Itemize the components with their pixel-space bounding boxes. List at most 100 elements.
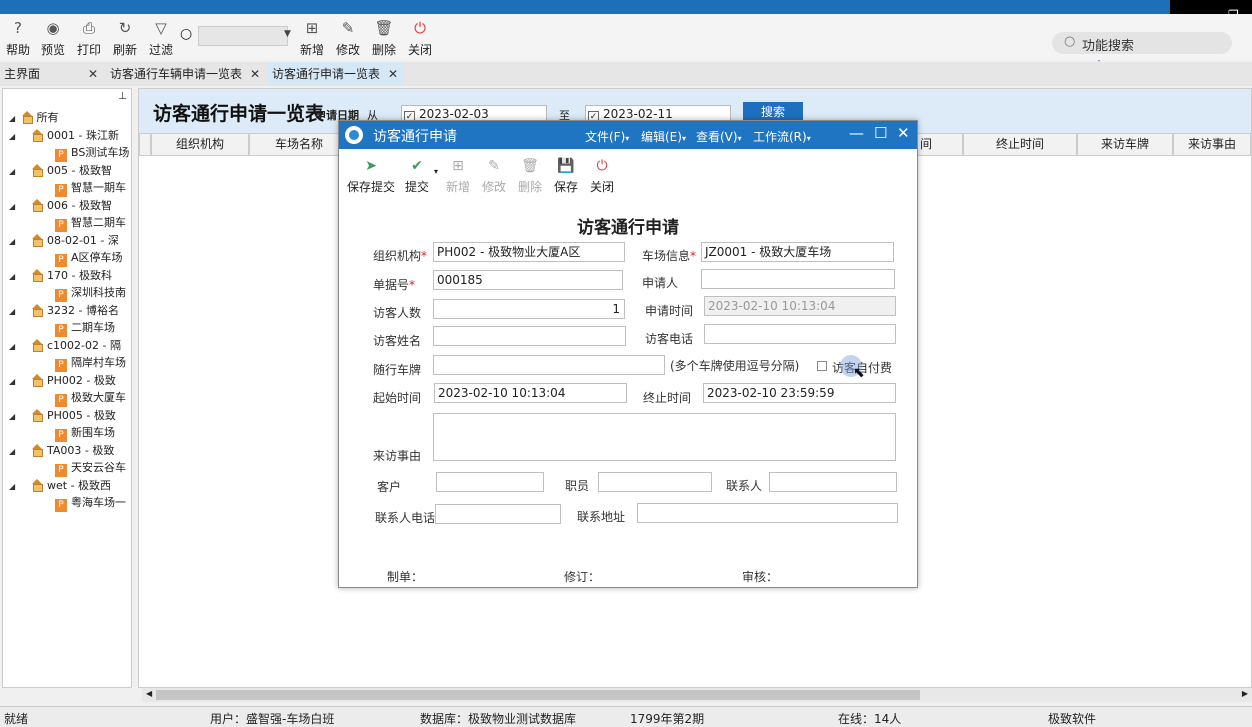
- expand-icon[interactable]: ◢: [9, 303, 17, 320]
- tree-node[interactable]: ◢ 08-02-01 - 深: [9, 232, 119, 249]
- expand-icon[interactable]: ◢: [9, 198, 17, 215]
- expand-icon[interactable]: ◢: [9, 373, 17, 390]
- caret-down-icon[interactable]: ▾: [434, 167, 438, 176]
- tree-node[interactable]: ◢ 005 - 极致智: [9, 162, 112, 179]
- print-button[interactable]: ⎙ 打印: [71, 18, 107, 58]
- col-time[interactable]: 间: [917, 133, 963, 156]
- quick-search-input[interactable]: [198, 26, 288, 46]
- minimize-icon[interactable]: —: [849, 124, 864, 142]
- tree-node[interactable]: ◢ PH005 - 极致: [9, 407, 116, 424]
- expand-icon[interactable]: ◢: [9, 338, 17, 355]
- contact-field[interactable]: [769, 472, 897, 492]
- close-icon[interactable]: ✕: [897, 124, 910, 142]
- dialog-close-button[interactable]: ⏻ 关闭: [589, 157, 615, 195]
- tree-leaf[interactable]: P 极致大厦车: [55, 389, 126, 407]
- close-icon[interactable]: ✕: [250, 62, 260, 86]
- scroll-right-icon[interactable]: ▶: [1242, 689, 1248, 698]
- tree-node[interactable]: ◢ wet - 极致西: [9, 477, 111, 494]
- dialog-titlebar[interactable]: 访客通行申请 文件(F)▾ 编辑(E)▾ 查看(V)▾ 工作流(R)▾ — ☐ …: [339, 121, 917, 149]
- help-button[interactable]: ? 帮助: [0, 18, 36, 58]
- refresh-button[interactable]: ↻ 刷新: [107, 18, 143, 58]
- close-icon[interactable]: ✕: [388, 62, 398, 86]
- tab-vehicle-list[interactable]: 访客通行车辆申请一览表 ✕: [106, 62, 266, 86]
- expand-icon[interactable]: ◢: [9, 128, 17, 145]
- tree-leaf[interactable]: P BS测试车场: [55, 144, 129, 162]
- expand-icon[interactable]: ◢: [9, 408, 17, 425]
- horizontal-scrollbar[interactable]: ◀ ▶: [142, 688, 1252, 702]
- menu-workflow[interactable]: 工作流(R)▾: [753, 128, 811, 145]
- col-plate[interactable]: 来访车牌: [1077, 133, 1173, 156]
- expand-icon[interactable]: ◢: [9, 443, 17, 460]
- pin-icon[interactable]: ⊥: [118, 91, 127, 102]
- visitors-count-field[interactable]: 1: [433, 299, 625, 319]
- tree-leaf[interactable]: P 智慧二期车: [55, 214, 126, 232]
- bill-number-field[interactable]: 000185: [433, 270, 623, 290]
- dialog-edit-button[interactable]: ✎ 修改: [481, 157, 507, 195]
- tree-leaf[interactable]: P 天安云谷车: [55, 459, 126, 477]
- filter-button[interactable]: ▽ 过滤: [143, 18, 179, 58]
- tree-leaf[interactable]: P 新围车场: [55, 424, 115, 442]
- expand-icon[interactable]: ◢: [9, 478, 17, 495]
- dialog-save-button[interactable]: 💾 保存: [553, 157, 579, 195]
- edit-button[interactable]: ✎ 修改: [330, 18, 366, 58]
- scroll-left-icon[interactable]: ◀: [146, 689, 152, 698]
- menu-edit[interactable]: 编辑(E)▾: [641, 128, 686, 145]
- tree-node[interactable]: ◢ 3232 - 博裕名: [9, 302, 119, 319]
- org-field[interactable]: PH002 - 极致物业大厦A区: [433, 242, 625, 262]
- tree-node[interactable]: ◢ TA003 - 极致: [9, 442, 114, 459]
- expand-icon[interactable]: ◢: [9, 110, 17, 127]
- expand-icon[interactable]: ◢: [9, 268, 17, 285]
- col-org[interactable]: 组织机构: [151, 133, 249, 156]
- visitor-name-field[interactable]: [433, 326, 626, 346]
- visitor-phone-field[interactable]: [704, 324, 896, 344]
- col-reason[interactable]: 来访事由: [1173, 133, 1251, 156]
- contact-label: 联系人: [726, 479, 763, 493]
- tree-node[interactable]: ◢ 006 - 极致智: [9, 197, 112, 214]
- dialog-delete-button[interactable]: 🗑 删除: [517, 157, 543, 195]
- preview-button[interactable]: ◉ 预览: [35, 18, 71, 58]
- tree-leaf[interactable]: P 隔岸村车场: [55, 354, 126, 372]
- chevron-down-icon[interactable]: ▼: [284, 29, 291, 39]
- scroll-thumb[interactable]: [156, 690, 920, 700]
- close-button[interactable]: ⏻ 关闭: [402, 18, 438, 58]
- dialog-add-button[interactable]: ⊞ 新增: [445, 157, 471, 195]
- staff-field[interactable]: [598, 472, 712, 492]
- contact-phone-field[interactable]: [435, 504, 561, 524]
- tree-leaf[interactable]: P 粤海车场一: [55, 494, 126, 512]
- tree-leaf[interactable]: P 深圳科技南: [55, 284, 126, 302]
- tree-root[interactable]: ◢ 所有: [9, 109, 59, 126]
- tree-node[interactable]: ◢ c1002-02 - 隔: [9, 337, 121, 354]
- tab-visitor-list[interactable]: 访客通行申请一览表 ✕: [268, 62, 404, 86]
- menu-file[interactable]: 文件(F)▾: [585, 128, 629, 145]
- tab-main[interactable]: 主界面 ✕: [0, 62, 104, 86]
- applicant-field[interactable]: [701, 269, 895, 289]
- delete-button[interactable]: 🗑 删除: [366, 18, 402, 58]
- tree-node[interactable]: ◢ PH002 - 极致: [9, 372, 116, 389]
- reason-field[interactable]: [433, 413, 896, 461]
- search-button[interactable]: 搜索: [743, 102, 803, 122]
- self-pay-checkbox[interactable]: [817, 361, 827, 371]
- expand-icon[interactable]: ◢: [9, 163, 17, 180]
- start-time-field[interactable]: 2023-02-10 10:13:04: [434, 383, 627, 403]
- customer-field[interactable]: [436, 472, 544, 492]
- trash-icon: 🗑: [374, 19, 394, 37]
- col-end-time[interactable]: 终止时间: [963, 133, 1077, 156]
- tree-node[interactable]: ◢ 170 - 极致科: [9, 267, 112, 284]
- tree-leaf[interactable]: P 二期车场: [55, 319, 115, 337]
- function-search[interactable]: ○ 功能搜索: [1052, 32, 1232, 54]
- tree-node[interactable]: ◢ 0001 - 珠江新: [9, 127, 119, 144]
- end-time-field[interactable]: 2023-02-10 23:59:59: [703, 383, 896, 403]
- save-submit-button[interactable]: ➤ 保存提交: [347, 157, 395, 195]
- menu-view[interactable]: 查看(V)▾: [696, 128, 742, 145]
- plate-field[interactable]: [433, 355, 665, 375]
- maximize-icon[interactable]: ☐: [874, 124, 887, 142]
- expand-icon[interactable]: ◢: [9, 233, 17, 250]
- park-field[interactable]: JZ0001 - 极致大厦车场: [701, 242, 894, 262]
- tree-leaf[interactable]: P 智慧一期车: [55, 179, 126, 197]
- close-icon[interactable]: ✕: [88, 62, 98, 86]
- col-park-name[interactable]: 车场名称: [249, 133, 349, 156]
- tree-leaf[interactable]: P A区停车场: [55, 249, 123, 267]
- address-field[interactable]: [637, 503, 898, 523]
- submit-button[interactable]: ✔ 提交: [403, 157, 431, 195]
- add-button[interactable]: ⊞ 新增: [294, 18, 330, 58]
